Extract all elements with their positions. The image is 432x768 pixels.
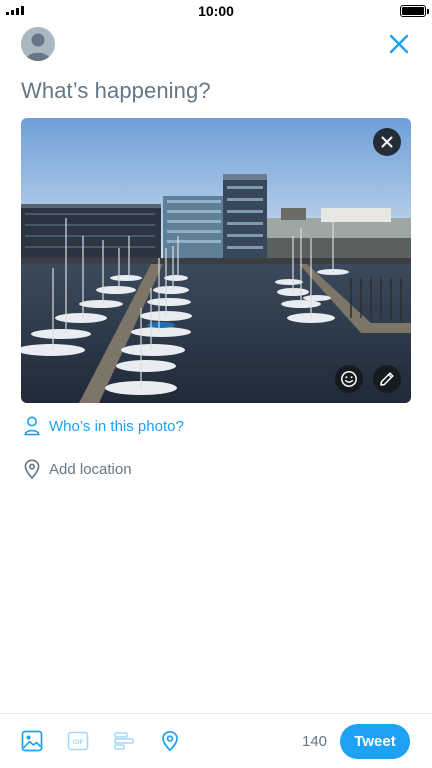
location-button[interactable] [159, 730, 183, 754]
compose-toolbar: GIF 140 Tweet [0, 713, 432, 768]
edit-photo-button[interactable] [373, 365, 401, 393]
smiley-icon [341, 371, 357, 387]
default-avatar-icon [21, 27, 55, 61]
gif-icon: GIF [67, 731, 89, 751]
close-icon [389, 34, 409, 54]
attached-photo[interactable] [21, 118, 411, 403]
tweet-button[interactable]: Tweet [340, 724, 410, 759]
harbor-photo [21, 118, 411, 403]
pencil-icon [380, 372, 394, 386]
status-bar: 10:00 [0, 0, 432, 22]
person-icon [24, 416, 40, 436]
avatar[interactable] [21, 27, 55, 61]
image-icon [21, 730, 43, 752]
poll-icon [114, 732, 134, 750]
gif-button[interactable]: GIF [67, 730, 91, 754]
add-location-label: Add location [49, 460, 132, 478]
close-button[interactable] [388, 33, 410, 55]
poll-button[interactable] [113, 730, 137, 754]
add-sticker-button[interactable] [335, 365, 363, 393]
svg-text:GIF: GIF [73, 739, 84, 746]
status-time: 10:00 [198, 3, 234, 19]
close-icon [381, 136, 393, 148]
battery-icon [400, 5, 429, 17]
tag-people-button[interactable]: Who’s in this photo? [24, 416, 184, 436]
location-pin-icon [24, 459, 40, 479]
add-location-button[interactable]: Add location [24, 459, 132, 479]
character-count: 140 [302, 733, 328, 750]
location-pin-icon [162, 730, 178, 752]
media-button[interactable] [21, 730, 45, 754]
tag-people-label: Who’s in this photo? [49, 417, 184, 435]
compose-input[interactable]: What’s happening? [21, 78, 211, 104]
remove-photo-button[interactable] [373, 128, 401, 156]
